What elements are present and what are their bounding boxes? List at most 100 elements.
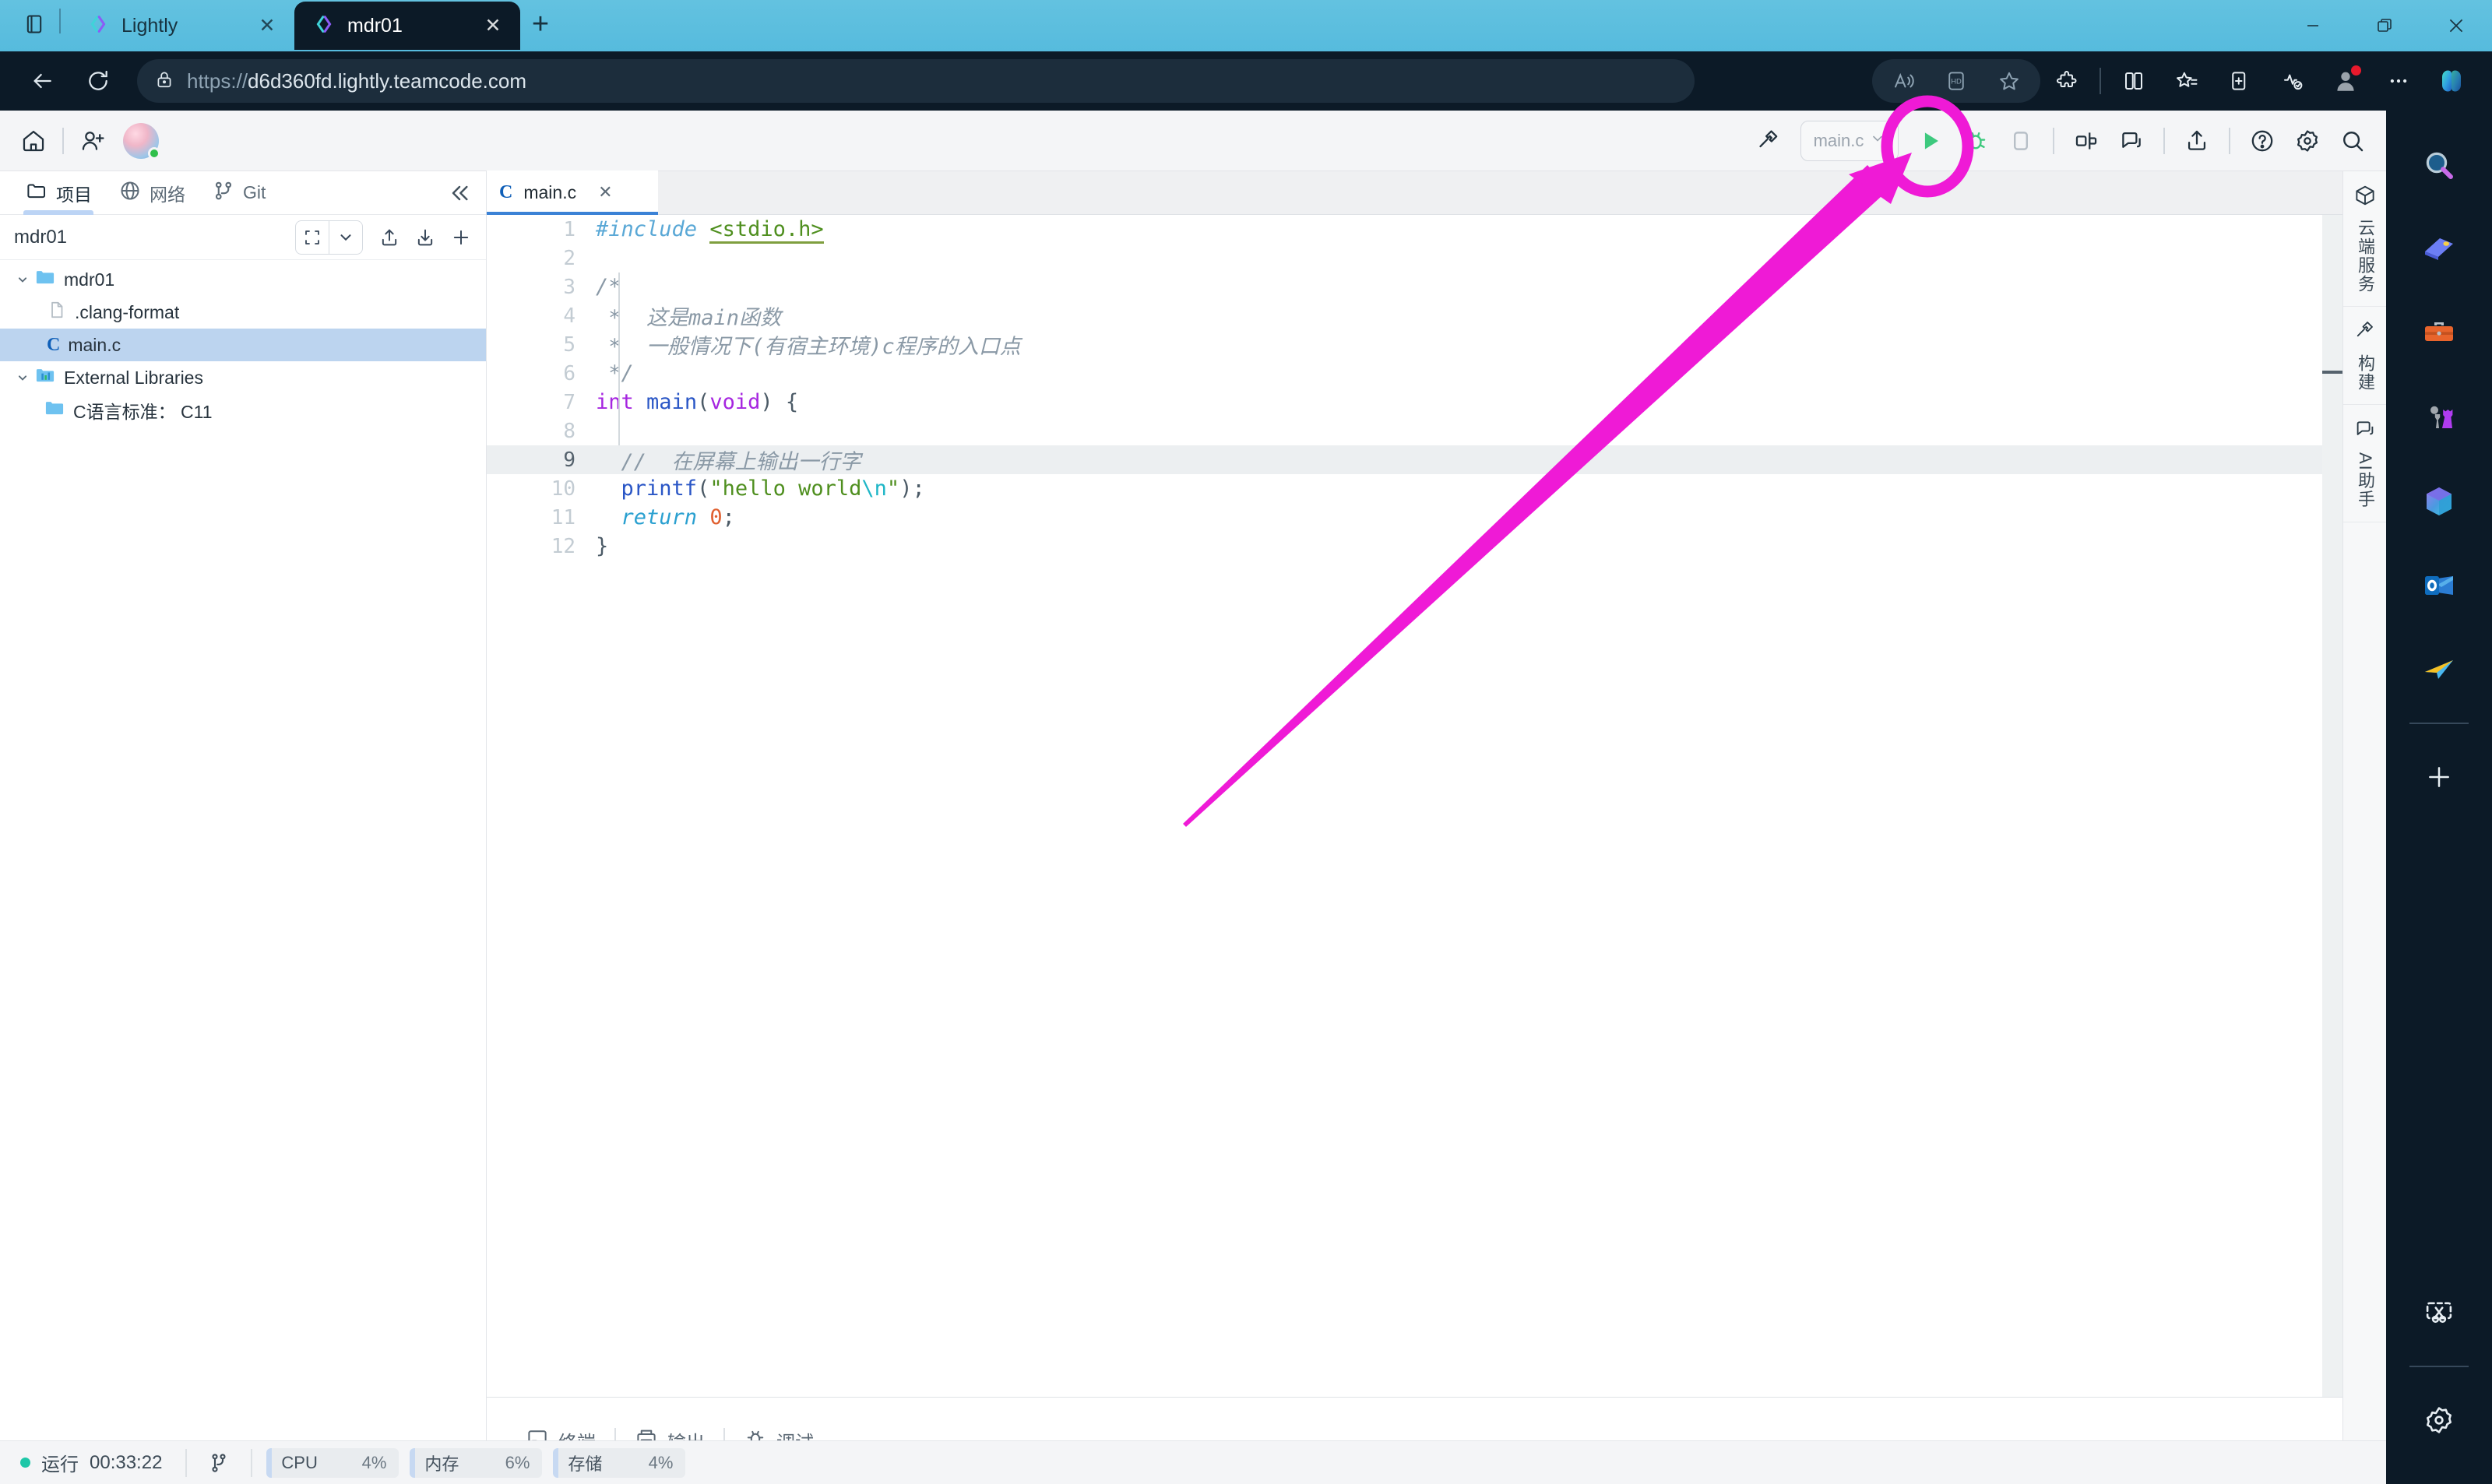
reload-icon[interactable] bbox=[78, 61, 118, 101]
chevron-down-icon[interactable] bbox=[11, 370, 34, 385]
lightly-logo-icon bbox=[87, 13, 109, 39]
collapse-left-icon[interactable] bbox=[447, 181, 486, 206]
comment-icon[interactable] bbox=[2110, 120, 2152, 162]
meter-memory[interactable]: 内存 6% bbox=[410, 1447, 543, 1478]
close-button[interactable] bbox=[2420, 0, 2492, 51]
profile-avatar-icon[interactable] bbox=[2325, 61, 2366, 101]
build-hammer-icon[interactable] bbox=[1748, 120, 1790, 162]
extensions-icon[interactable] bbox=[2047, 61, 2087, 101]
upload-icon[interactable] bbox=[372, 220, 407, 255]
read-aloud-icon[interactable] bbox=[1883, 61, 1924, 101]
share-upload-icon[interactable] bbox=[2176, 120, 2218, 162]
code-line[interactable]: 8 bbox=[487, 417, 2322, 445]
project-header: mdr01 bbox=[0, 215, 486, 260]
hd-video-icon[interactable]: HD bbox=[1936, 61, 1976, 101]
site-lock-icon[interactable] bbox=[154, 69, 174, 93]
home-icon[interactable] bbox=[12, 120, 55, 162]
toolbar-divider bbox=[2053, 127, 2054, 154]
sidebar-item-git[interactable]: Git bbox=[201, 171, 276, 215]
tools-briefcase-icon[interactable] bbox=[2409, 304, 2469, 363]
tab-close-icon[interactable]: ✕ bbox=[254, 12, 280, 39]
tree-row-folder[interactable]: mdr01 bbox=[0, 263, 486, 296]
shopping-tag-icon[interactable] bbox=[2409, 220, 2469, 279]
split-editor-icon[interactable] bbox=[2065, 120, 2107, 162]
favorite-star-icon[interactable] bbox=[1989, 61, 2029, 101]
editor-overview-ruler[interactable] bbox=[2322, 215, 2342, 1397]
code-line[interactable]: 3 /* bbox=[487, 273, 2322, 301]
search-icon[interactable] bbox=[2409, 135, 2469, 195]
download-icon[interactable] bbox=[408, 220, 442, 255]
code-token: "hello world bbox=[709, 476, 862, 501]
code-line[interactable]: 11 return 0; bbox=[487, 503, 2322, 532]
invite-user-icon[interactable] bbox=[72, 120, 114, 162]
screenshot-scissors-icon[interactable] bbox=[2409, 1283, 2469, 1342]
status-run-state[interactable]: 运行 00:33:22 bbox=[20, 1449, 185, 1476]
more-options-icon[interactable] bbox=[2378, 61, 2419, 101]
help-icon[interactable] bbox=[2241, 120, 2283, 162]
git-branch-icon[interactable] bbox=[187, 1451, 251, 1475]
right-tab-cloud-service[interactable]: 云端服务 bbox=[2343, 171, 2387, 307]
expand-all-icon[interactable] bbox=[296, 221, 329, 254]
settings-gear-icon[interactable] bbox=[2286, 120, 2328, 162]
code-token: <stdio.h> bbox=[709, 217, 824, 244]
run-play-icon[interactable] bbox=[1909, 120, 1952, 162]
outlook-icon[interactable] bbox=[2409, 556, 2469, 615]
debug-bug-icon[interactable] bbox=[1955, 120, 1997, 162]
meter-value: 6% bbox=[505, 1452, 530, 1472]
browser-nav-bar: https://d6d360fd.lightly.teamcode.com HD bbox=[0, 51, 2492, 111]
microsoft365-icon[interactable] bbox=[2409, 472, 2469, 531]
sidebar-item-network[interactable]: 网络 bbox=[107, 171, 196, 215]
games-icon[interactable] bbox=[2409, 388, 2469, 447]
collections-icon[interactable] bbox=[2219, 61, 2260, 101]
code-token: ( bbox=[697, 390, 710, 414]
code-line[interactable]: 6 */ bbox=[487, 359, 2322, 388]
tree-row-external-libraries[interactable]: External Libraries bbox=[0, 361, 486, 394]
right-tab-build[interactable]: 构建 bbox=[2343, 307, 2387, 405]
avatar[interactable] bbox=[123, 122, 160, 160]
tree-row-file[interactable]: .clang-format bbox=[0, 296, 486, 329]
run-config-selector[interactable]: main.c bbox=[1800, 120, 1899, 161]
code-line-text: #include <stdio.h> bbox=[596, 217, 824, 244]
send-plane-icon[interactable] bbox=[2409, 640, 2469, 699]
add-icon[interactable] bbox=[444, 220, 478, 255]
tree-row-main-c[interactable]: C main.c bbox=[0, 329, 486, 361]
code-line[interactable]: 5 * 一般情况下(有宿主环境)c程序的入口点 bbox=[487, 330, 2322, 360]
browser-essentials-icon[interactable] bbox=[2272, 61, 2313, 101]
code-line[interactable]: 1 #include <stdio.h> bbox=[487, 215, 2322, 244]
editor-tab-main-c[interactable]: C main.c ✕ bbox=[487, 171, 658, 215]
sidebar-item-label: Git bbox=[243, 182, 266, 202]
browser-tab-mdr01[interactable]: mdr01 ✕ bbox=[294, 2, 520, 50]
tab-search-icon[interactable] bbox=[17, 7, 51, 41]
chevron-down-icon[interactable] bbox=[329, 221, 362, 254]
code-line[interactable]: 4 * 这是main函数 bbox=[487, 301, 2322, 331]
meter-cpu[interactable]: CPU 4% bbox=[266, 1447, 399, 1478]
tree-row-c-standard[interactable]: C语言标准： C11 bbox=[0, 394, 486, 427]
search-icon[interactable] bbox=[2332, 120, 2374, 162]
split-screen-icon[interactable] bbox=[2114, 61, 2154, 101]
address-bar[interactable]: https://d6d360fd.lightly.teamcode.com bbox=[137, 59, 1695, 103]
sidebar-item-project[interactable]: 项目 bbox=[14, 171, 103, 215]
meter-storage[interactable]: 存储 4% bbox=[553, 1447, 686, 1478]
minimize-button[interactable] bbox=[2277, 0, 2349, 51]
chevron-down-icon[interactable] bbox=[11, 272, 34, 287]
run-config-label: main.c bbox=[1813, 130, 1864, 150]
favorites-list-icon[interactable] bbox=[2166, 61, 2207, 101]
code-content[interactable]: 1 #include <stdio.h> 2 3/* 4 * 这是main函数 5 * 一… bbox=[487, 215, 2322, 1397]
code-line[interactable]: 10 printf("hello world\n"); bbox=[487, 474, 2322, 503]
right-tab-ai-assistant[interactable]: AI助手 bbox=[2343, 405, 2387, 522]
settings-gear-icon[interactable] bbox=[2409, 1391, 2469, 1450]
add-icon[interactable] bbox=[2409, 747, 2469, 807]
restore-button[interactable] bbox=[2349, 0, 2420, 51]
code-line[interactable]: 9 // 在屏幕上输出一行字 bbox=[487, 445, 2322, 474]
browser-tab-lightly[interactable]: Lightly ✕ bbox=[69, 2, 294, 50]
new-tab-button[interactable]: + bbox=[520, 4, 561, 44]
tab-close-icon[interactable]: ✕ bbox=[480, 12, 506, 39]
back-icon[interactable] bbox=[22, 61, 62, 101]
code-line[interactable]: 2 bbox=[487, 244, 2322, 273]
copilot-icon[interactable] bbox=[2431, 61, 2472, 101]
stop-square-icon[interactable] bbox=[2000, 120, 2042, 162]
code-line[interactable]: 7 int main(void) { bbox=[487, 388, 2322, 417]
code-line[interactable]: 12} bbox=[487, 532, 2322, 561]
code-line-text: * 这是main函数 bbox=[596, 301, 781, 331]
editor-tab-close-icon[interactable]: ✕ bbox=[598, 182, 612, 202]
